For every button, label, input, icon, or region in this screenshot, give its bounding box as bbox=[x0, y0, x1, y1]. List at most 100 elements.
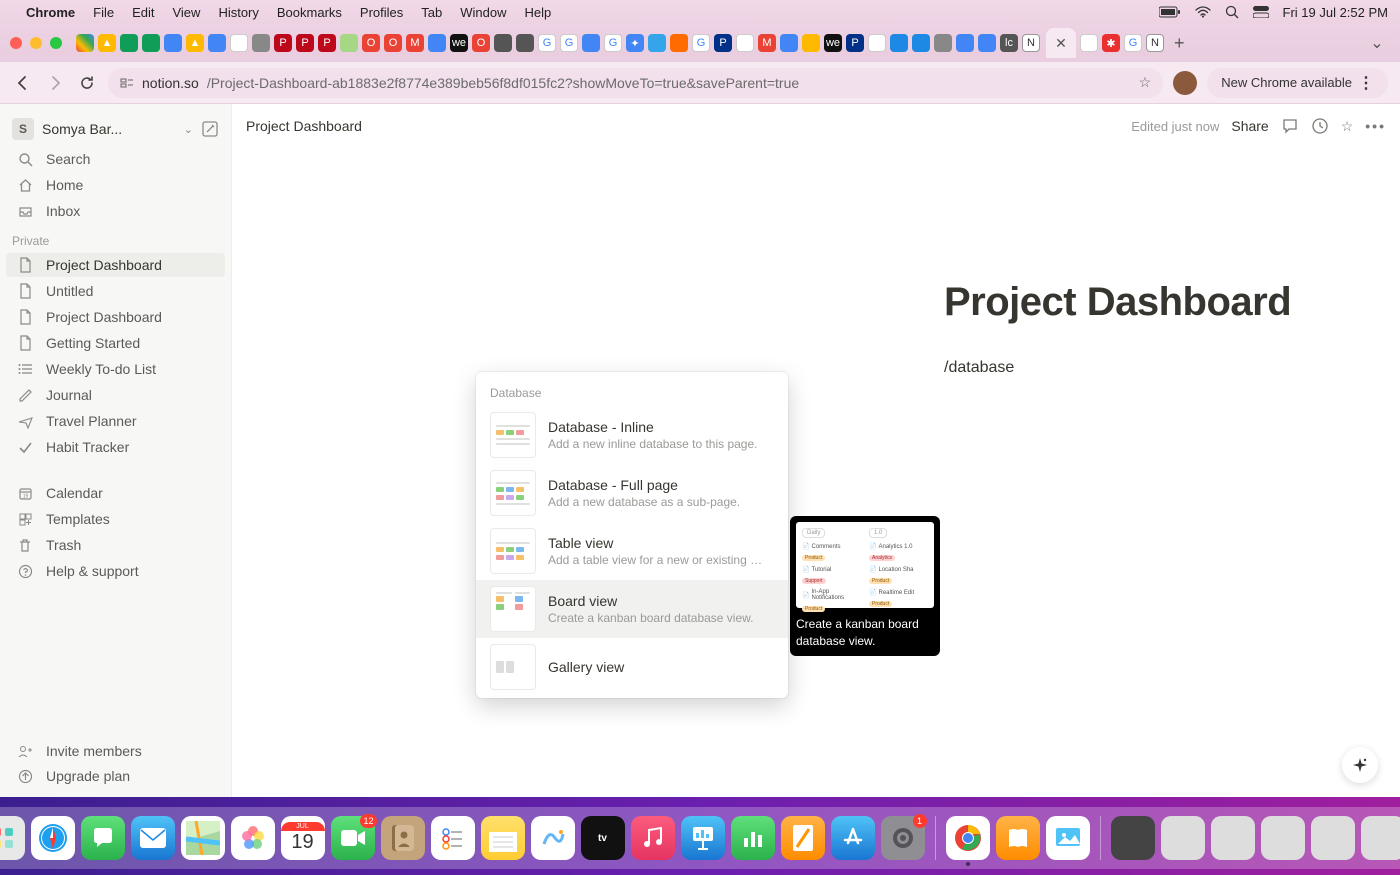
updates-icon[interactable] bbox=[1311, 117, 1329, 135]
dock-minimized-window[interactable] bbox=[1211, 816, 1255, 860]
tab-icon[interactable]: G bbox=[604, 34, 622, 52]
menu-edit[interactable]: Edit bbox=[132, 5, 154, 20]
tab-icon[interactable]: P bbox=[318, 34, 336, 52]
sidebar-page-project-dashboard-2[interactable]: Project Dashboard bbox=[6, 305, 225, 329]
tab-icon[interactable] bbox=[494, 34, 512, 52]
address-bar[interactable]: notion.so/Project-Dashboard-ab1883e2f877… bbox=[108, 68, 1163, 98]
dock-music-icon[interactable] bbox=[631, 816, 675, 860]
forward-button[interactable] bbox=[44, 72, 66, 94]
dock-freeform-icon[interactable] bbox=[531, 816, 575, 860]
slash-option-board-view[interactable]: Board viewCreate a kanban board database… bbox=[476, 580, 788, 638]
tab-icon[interactable] bbox=[934, 34, 952, 52]
tabs-overflow-button[interactable]: ⌄ bbox=[1364, 30, 1390, 56]
dock-maps-icon[interactable] bbox=[181, 816, 225, 860]
comments-icon[interactable] bbox=[1281, 117, 1299, 135]
sidebar-search[interactable]: Search bbox=[6, 147, 225, 171]
slash-option-gallery-view[interactable]: Gallery view bbox=[476, 638, 788, 690]
tab-icon[interactable] bbox=[956, 34, 974, 52]
tab-icon[interactable]: M bbox=[406, 34, 424, 52]
dock-launchpad-icon[interactable] bbox=[0, 816, 25, 860]
site-info-icon[interactable] bbox=[120, 76, 134, 90]
dock-calendar-icon[interactable]: JUL19 bbox=[281, 816, 325, 860]
sidebar-page-project-dashboard[interactable]: Project Dashboard bbox=[6, 253, 225, 277]
tab-icon[interactable]: ◉ bbox=[1080, 34, 1098, 52]
dock-preview-icon[interactable] bbox=[1046, 816, 1090, 860]
sidebar-templates[interactable]: Templates bbox=[6, 507, 225, 531]
menu-tab[interactable]: Tab bbox=[421, 5, 442, 20]
dock-mail-icon[interactable] bbox=[131, 816, 175, 860]
dock-minimized-window[interactable] bbox=[1111, 816, 1155, 860]
more-icon[interactable]: ••• bbox=[1365, 118, 1386, 134]
breadcrumb[interactable]: Project Dashboard bbox=[246, 118, 362, 134]
workspace-switcher[interactable]: S Somya Bar... ⌄ bbox=[0, 112, 231, 146]
tab-icon[interactable] bbox=[208, 34, 226, 52]
tab-icon[interactable] bbox=[780, 34, 798, 52]
dock-minimized-window[interactable] bbox=[1161, 816, 1205, 860]
new-tab-button[interactable]: + bbox=[1174, 33, 1185, 54]
tab-icon[interactable]: M bbox=[758, 34, 776, 52]
close-window-button[interactable] bbox=[10, 37, 22, 49]
dock-chrome-icon[interactable] bbox=[946, 816, 990, 860]
wifi-icon[interactable] bbox=[1195, 6, 1211, 18]
tab-icon[interactable] bbox=[340, 34, 358, 52]
reload-button[interactable] bbox=[76, 72, 98, 94]
sidebar-page-untitled[interactable]: Untitled bbox=[6, 279, 225, 303]
slash-option-database-inline[interactable]: Database - InlineAdd a new inline databa… bbox=[476, 406, 788, 464]
tab-icon[interactable]: N bbox=[1146, 34, 1164, 52]
menu-help[interactable]: Help bbox=[525, 5, 552, 20]
slash-option-table-view[interactable]: Table viewAdd a table view for a new or … bbox=[476, 522, 788, 580]
sidebar-page-getting-started[interactable]: Getting Started bbox=[6, 331, 225, 355]
dock-keynote-icon[interactable] bbox=[681, 816, 725, 860]
slash-command-input[interactable]: /database bbox=[944, 359, 1400, 377]
tab-icon[interactable] bbox=[428, 34, 446, 52]
tab-icon[interactable]: ▲ bbox=[186, 34, 204, 52]
sidebar-invite[interactable]: Invite members bbox=[6, 739, 225, 763]
dock-notes-icon[interactable] bbox=[481, 816, 525, 860]
sidebar-calendar[interactable]: 19Calendar bbox=[6, 481, 225, 505]
tab-icon[interactable]: ◉ bbox=[868, 34, 886, 52]
fullscreen-window-button[interactable] bbox=[50, 37, 62, 49]
active-tab[interactable]: ✕ bbox=[1046, 28, 1076, 58]
tab-icon[interactable] bbox=[76, 34, 94, 52]
tab-icon[interactable]: lc bbox=[1000, 34, 1018, 52]
tab-icon[interactable] bbox=[142, 34, 160, 52]
dock-pages-icon[interactable] bbox=[781, 816, 825, 860]
tab-icon[interactable] bbox=[252, 34, 270, 52]
dock-minimized-window[interactable] bbox=[1261, 816, 1305, 860]
sidebar-page-habit[interactable]: Habit Tracker bbox=[6, 435, 225, 459]
minimize-window-button[interactable] bbox=[30, 37, 42, 49]
page-title[interactable]: Project Dashboard bbox=[944, 280, 1400, 325]
dock-photos-icon[interactable] bbox=[231, 816, 275, 860]
tab-icon[interactable]: N bbox=[1022, 34, 1040, 52]
new-page-icon[interactable] bbox=[201, 120, 219, 138]
dock-reminders-icon[interactable] bbox=[431, 816, 475, 860]
sidebar-inbox[interactable]: Inbox bbox=[6, 199, 225, 223]
ai-assistant-button[interactable] bbox=[1342, 747, 1378, 783]
tab-icon[interactable]: G bbox=[692, 34, 710, 52]
dock-settings-icon[interactable]: 1 bbox=[881, 816, 925, 860]
tab-icon[interactable] bbox=[648, 34, 666, 52]
menu-view[interactable]: View bbox=[172, 5, 200, 20]
menu-file[interactable]: File bbox=[93, 5, 114, 20]
tab-icon[interactable] bbox=[978, 34, 996, 52]
menu-bookmarks[interactable]: Bookmarks bbox=[277, 5, 342, 20]
menu-window[interactable]: Window bbox=[460, 5, 506, 20]
battery-icon[interactable] bbox=[1159, 6, 1181, 18]
menubar-app[interactable]: Chrome bbox=[26, 5, 75, 20]
tab-icon[interactable]: we bbox=[824, 34, 842, 52]
tab-icon[interactable]: P bbox=[846, 34, 864, 52]
sidebar-page-journal[interactable]: Journal bbox=[6, 383, 225, 407]
tab-icon[interactable]: O bbox=[384, 34, 402, 52]
dock-safari-icon[interactable] bbox=[31, 816, 75, 860]
tab-icon[interactable]: G bbox=[560, 34, 578, 52]
tab-icon[interactable] bbox=[120, 34, 138, 52]
chrome-update-button[interactable]: New Chrome available ⋮ bbox=[1207, 68, 1388, 98]
sidebar-home[interactable]: Home bbox=[6, 173, 225, 197]
dock-minimized-window[interactable] bbox=[1311, 816, 1355, 860]
slash-option-database-fullpage[interactable]: Database - Full pageAdd a new database a… bbox=[476, 464, 788, 522]
sidebar-page-travel[interactable]: Travel Planner bbox=[6, 409, 225, 433]
profile-avatar[interactable] bbox=[1173, 71, 1197, 95]
spotlight-icon[interactable] bbox=[1225, 5, 1239, 19]
tab-icon[interactable]: P bbox=[296, 34, 314, 52]
dock-numbers-icon[interactable] bbox=[731, 816, 775, 860]
